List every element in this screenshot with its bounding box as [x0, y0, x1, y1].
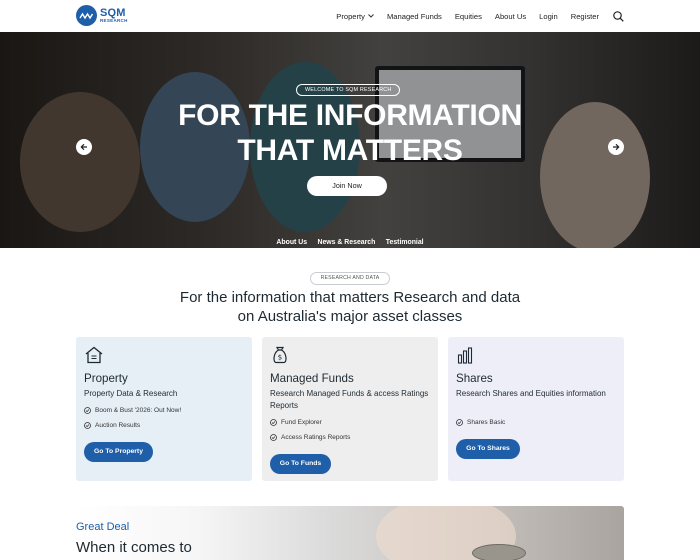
nav-register[interactable]: Register — [571, 12, 599, 21]
card-description: Research Shares and Equities information — [456, 389, 606, 398]
managed-funds-card: $ Managed Funds Research Managed Funds &… — [262, 337, 438, 481]
carousel-next-button[interactable] — [608, 139, 624, 155]
nav-about-us[interactable]: About Us — [495, 12, 526, 21]
carousel-prev-button[interactable] — [76, 139, 92, 155]
hero-links: About Us News & Research Testimonial — [0, 231, 700, 248]
card-description: Research Managed Funds & access Ratings … — [270, 389, 429, 410]
card-bullet-label: Shares Basic — [467, 419, 506, 426]
hero-link-about-us[interactable]: About Us — [276, 239, 307, 246]
nav-managed-funds[interactable]: Managed Funds — [387, 12, 442, 21]
go-to-shares-button[interactable]: Go To Shares — [456, 439, 520, 459]
hero-link-news-research[interactable]: News & Research — [318, 239, 376, 246]
card-bullet-label: Auction Results — [95, 422, 141, 429]
promo-photo-coins — [472, 544, 526, 560]
card-bullet-label: Access Ratings Reports — [281, 434, 351, 441]
check-circle-icon — [456, 419, 463, 426]
logo-subtitle: RESEARCH — [100, 17, 128, 23]
nav-property-label: Property — [336, 11, 365, 21]
card-bullet[interactable]: Shares Basic — [456, 419, 505, 426]
card-bullet-label: Boom & Bust '2026: Out Now! — [95, 407, 182, 414]
house-icon — [85, 346, 103, 364]
card-bullet[interactable]: Auction Results — [84, 422, 140, 429]
card-title: Property — [84, 372, 128, 385]
hero-link-testimonial[interactable]: Testimonial — [386, 239, 424, 246]
nav-equities[interactable]: Equities — [455, 12, 482, 21]
card-title: Shares — [456, 372, 493, 385]
svg-text:$: $ — [278, 354, 282, 362]
arrow-left-icon — [80, 143, 87, 151]
promo-eyebrow: Great Deal — [76, 521, 130, 533]
go-to-funds-button[interactable]: Go To Funds — [270, 454, 331, 474]
check-circle-icon — [270, 434, 277, 441]
card-bullet[interactable]: Boom & Bust '2026: Out Now! — [84, 407, 181, 414]
site-header: SQM RESEARCH Property Managed Funds Equi… — [0, 0, 700, 32]
nav-property[interactable]: Property — [336, 12, 374, 21]
section-title-line2: on Australia's major asset classes — [237, 308, 463, 325]
chevron-down-icon — [368, 14, 374, 18]
check-circle-icon — [84, 407, 91, 414]
card-bullet[interactable]: Access Ratings Reports — [270, 434, 350, 441]
section-badge: RESEARCH AND DATA — [310, 272, 390, 285]
hero-title-line2: THAT MATTERS — [237, 134, 463, 167]
hero-title-line1: FOR THE INFORMATION — [178, 99, 522, 132]
join-now-button[interactable]: Join Now — [307, 176, 387, 196]
shares-card: Shares Research Shares and Equities info… — [448, 337, 624, 481]
card-bullet-label: Fund Explorer — [281, 419, 322, 426]
money-bag-icon: $ — [273, 346, 287, 364]
section-title-line1: For the information that matters Researc… — [179, 289, 521, 306]
bar-chart-icon — [457, 347, 473, 364]
sqm-logo[interactable]: SQM RESEARCH — [76, 5, 128, 26]
check-circle-icon — [270, 419, 277, 426]
arrow-right-icon — [613, 143, 620, 151]
card-bullet[interactable]: Fund Explorer — [270, 419, 322, 426]
hero-banner: WELCOME TO SQM RESEARCH FOR THE INFORMAT… — [0, 32, 700, 248]
promo-heading: When it comes to — [76, 539, 192, 556]
card-title: Managed Funds — [270, 372, 354, 385]
logo-wave-icon — [76, 5, 97, 26]
property-card: Property Property Data & Research Boom &… — [76, 337, 252, 481]
nav-login[interactable]: Login — [539, 12, 558, 21]
go-to-property-button[interactable]: Go To Property — [84, 442, 153, 462]
card-description: Property Data & Research — [84, 389, 178, 398]
search-icon[interactable] — [613, 10, 624, 22]
hero-badge: WELCOME TO SQM RESEARCH — [296, 84, 401, 96]
check-circle-icon — [84, 422, 91, 429]
main-nav: Property Managed Funds Equities About Us… — [323, 0, 624, 32]
